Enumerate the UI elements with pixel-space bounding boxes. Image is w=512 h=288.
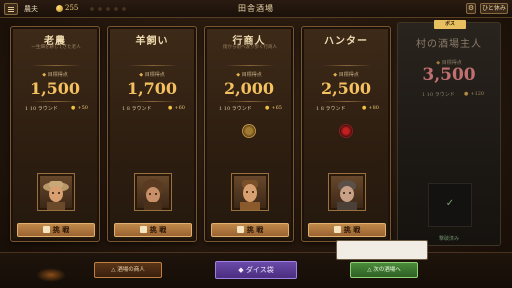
menu-icon (8, 7, 14, 8)
divider (225, 101, 275, 102)
divider (128, 65, 178, 66)
opponent-name: ハンター (324, 36, 368, 47)
opponent-card-shepherd[interactable]: 羊飼い 目標得点 1,700 1 8 ラウンド +60 挑 戦 (107, 26, 197, 242)
challenge-label: 挑 戦 (246, 225, 264, 234)
coin-reward: +65 (265, 105, 282, 111)
round-count: 1 10 ラウンド (25, 106, 58, 112)
menu-button[interactable] (4, 3, 18, 15)
opponent-card-hunter[interactable]: ハンター 目標得点 2,500 1 8 ラウンド +80 挑 戦 (301, 26, 391, 242)
coin-reward: +60 (168, 105, 185, 111)
round-count: 1 8 ラウンド (316, 106, 346, 112)
player-name: 農夫 (24, 5, 38, 13)
target-score-label: 目標得点 (302, 71, 390, 78)
coin-icon (56, 5, 63, 12)
top-bar: 農夫 255 田舎酒場 ⚙ ひと休み (0, 0, 512, 18)
opponent-description: 街から街へ渡り歩く行商人 (223, 45, 277, 50)
rest-button[interactable]: ひと休み (480, 3, 508, 14)
gear-icon: ⚙ (467, 4, 475, 12)
challenge-button[interactable]: 挑 戦 (114, 223, 192, 237)
divider (31, 65, 81, 66)
boss-portrait: ✓ (428, 183, 472, 227)
settings-button[interactable]: ⚙ (466, 3, 476, 14)
coin-reward: +80 (362, 105, 379, 111)
next-tavern-button[interactable]: △ 次の酒場へ (350, 262, 418, 278)
sword-icon (42, 226, 50, 233)
challenge-button[interactable]: 挑 戦 (308, 223, 386, 237)
sword-icon (236, 226, 244, 233)
challenge-label: 挑 戦 (149, 225, 167, 234)
divider (322, 101, 372, 102)
coin-reward: +50 (71, 105, 88, 111)
boss-card: ボス 村の酒場主人 目標得点 3,500 1 10 ラウンド +120 ✓ 撃破… (397, 20, 501, 246)
target-score: 2,000 (223, 79, 275, 98)
purse-icon (242, 124, 256, 138)
challenge-button[interactable]: 挑 戦 (17, 223, 95, 237)
opponent-name: 羊飼い (135, 36, 169, 47)
page-title: 田舎酒場 (238, 4, 274, 13)
candle-glow (36, 268, 66, 282)
target-score: 2,500 (320, 79, 372, 98)
special-ability (205, 123, 293, 143)
tooltip (336, 240, 428, 260)
progress-dots (88, 7, 128, 11)
target-score-label: 目標得点 (205, 71, 293, 78)
boss-name: 村の酒場主人 (416, 39, 482, 50)
divider (128, 101, 178, 102)
target-score: 1,700 (126, 79, 178, 98)
merchant-portrait-icon (231, 173, 269, 211)
dice-bag-button[interactable]: ◆ ダイス袋 (215, 261, 297, 279)
hunter-portrait-icon (328, 173, 366, 211)
challenge-button[interactable]: 挑 戦 (211, 223, 289, 237)
shepherd-portrait-icon (134, 173, 172, 211)
target-score: 1,500 (29, 79, 81, 98)
opponent-card-old-farmer[interactable]: 老農 一生畑を耕してきた老人 目標得点 1,500 1 10 ラウンド +50 … (10, 26, 100, 242)
target-score-label: 目標得点 (11, 71, 99, 78)
sword-icon (139, 226, 147, 233)
round-count: 1 8 ラウンド (122, 106, 152, 112)
old-farmer-portrait-icon (37, 173, 75, 211)
check-icon: ✓ (445, 198, 455, 209)
divider (322, 65, 372, 66)
target-icon (339, 124, 353, 138)
tavern-merchant-button[interactable]: △ 酒場の商人 (94, 262, 162, 278)
opponent-description: 一生畑を耕してきた老人 (31, 45, 81, 50)
special-ability (302, 123, 390, 143)
target-score-label: 目標得点 (108, 71, 196, 78)
round-count: 1 10 ラウンド (422, 92, 455, 98)
sword-icon (333, 226, 341, 233)
menu-icon-line (8, 9, 14, 10)
coin-reward: +120 (464, 91, 484, 97)
boss-tag: ボス (434, 20, 466, 29)
round-count: 1 10 ラウンド (219, 106, 252, 112)
boss-target-score: 3,500 (422, 65, 476, 85)
menu-icon-line (8, 11, 14, 12)
divider (225, 65, 275, 66)
challenge-label: 挑 戦 (52, 225, 70, 234)
opponent-card-merchant[interactable]: 行商人 街から街へ渡り歩く行商人 目標得点 2,000 1 10 ラウンド +6… (204, 26, 294, 242)
challenge-label: 挑 戦 (343, 225, 361, 234)
coin-count: 255 (65, 4, 79, 12)
divider (31, 101, 81, 102)
